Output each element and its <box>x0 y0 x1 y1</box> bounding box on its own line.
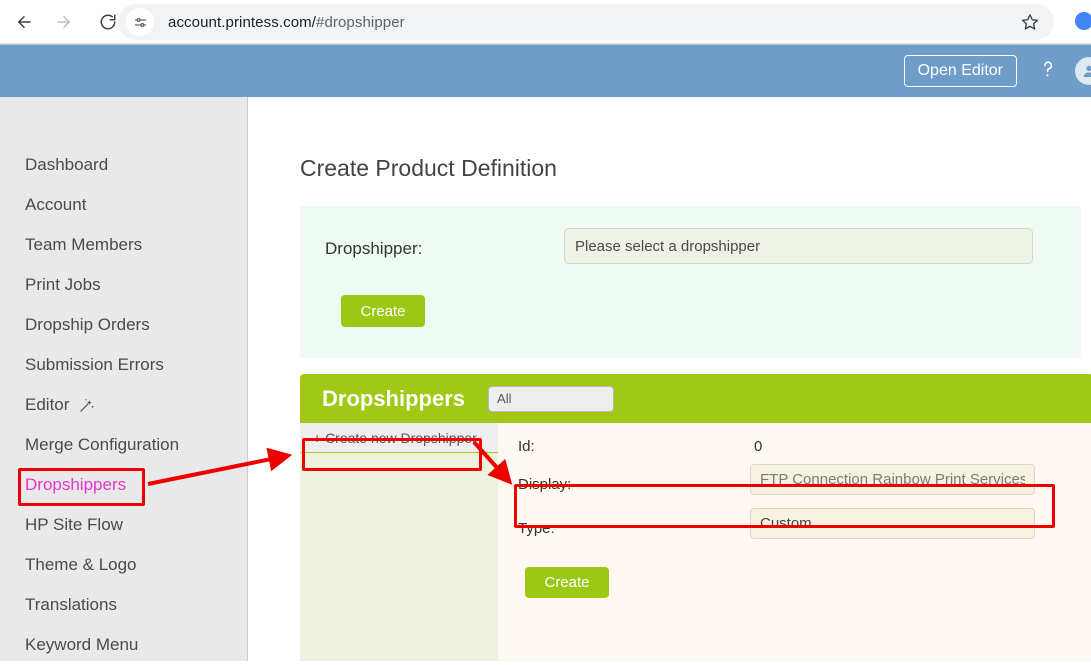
question-mark-icon <box>1037 57 1059 86</box>
dropshippers-filter-select[interactable]: All <box>488 385 615 412</box>
dropshippers-list: + Create new Dropshipper <box>300 423 498 661</box>
sidebar-item-dashboard[interactable]: Dashboard <box>0 145 247 185</box>
main-content: Create Product Definition Dropshipper: P… <box>249 97 1091 661</box>
sidebar-item-label: Merge Configuration <box>25 435 180 454</box>
sidebar-item-merge-configuration[interactable]: Merge Configuration <box>0 425 247 465</box>
create-dropshipper-button[interactable]: Create <box>525 567 609 598</box>
create-product-definition-panel: Dropshipper: Please select a dropshipper… <box>300 206 1081 358</box>
magic-wand-icon <box>78 397 95 414</box>
profile-avatar-icon[interactable] <box>1073 10 1091 32</box>
dropshipper-form: Id: 0 Display: Type: Custom Create <box>498 423 1091 661</box>
site-settings-icon[interactable] <box>126 8 154 36</box>
url-main: account.printess.com/ <box>168 13 316 31</box>
dropshippers-card-header: Dropshippers All <box>300 374 1091 423</box>
star-icon <box>1021 13 1039 36</box>
sidebar-item-dropshippers[interactable]: Dropshippers <box>0 465 247 505</box>
sidebar-item-translations[interactable]: Translations <box>0 585 247 625</box>
sidebar-item-label: Team Members <box>25 235 143 254</box>
page-title: Create Product Definition <box>300 155 557 181</box>
display-label: Display: <box>518 476 572 493</box>
sidebar-item-team-members[interactable]: Team Members <box>0 225 247 265</box>
sidebar-item-label: Print Jobs <box>25 275 101 294</box>
reload-icon <box>99 13 117 31</box>
sidebar-item-dropship-orders[interactable]: Dropship Orders <box>0 305 247 345</box>
sidebar-item-label: Theme & Logo <box>25 555 137 574</box>
sidebar-item-label: HP Site Flow <box>25 515 123 534</box>
type-select[interactable]: Custom <box>750 508 1035 539</box>
create-new-dropshipper-item[interactable]: + Create new Dropshipper <box>300 423 498 453</box>
dropshippers-card: Dropshippers All + Create new Dropshippe… <box>300 374 1091 661</box>
id-label: Id: <box>518 438 535 455</box>
sidebar-item-editor[interactable]: Editor <box>0 385 247 425</box>
id-value: 0 <box>754 438 763 455</box>
open-editor-button[interactable]: Open Editor <box>903 55 1017 87</box>
arrow-right-icon <box>55 13 73 31</box>
sidebar-item-submission-errors[interactable]: Submission Errors <box>0 345 247 385</box>
sidebar-item-label: Editor <box>25 395 70 414</box>
dropshipper-select[interactable]: Please select a dropshipper <box>564 228 1033 264</box>
forward-button[interactable] <box>48 6 80 38</box>
bookmark-button[interactable] <box>1014 8 1046 40</box>
url-text: account.printess.com/#dropshipper <box>168 14 405 31</box>
create-product-definition-button[interactable]: Create <box>341 295 425 327</box>
sidebar-item-label: Account <box>25 195 87 214</box>
arrow-left-icon <box>15 13 33 31</box>
dropshippers-title: Dropshippers <box>322 385 466 411</box>
user-avatar-icon[interactable] <box>1075 57 1091 85</box>
sidebar-item-label: Dropshippers <box>25 475 127 494</box>
sidebar-item-theme-and-logo[interactable]: Theme & Logo <box>0 545 247 585</box>
sidebar-item-print-jobs[interactable]: Print Jobs <box>0 265 247 305</box>
sidebar-item-keyword-menu[interactable]: Keyword Menu <box>0 625 247 665</box>
sidebar-item-label: Submission Errors <box>25 355 164 374</box>
browser-toolbar: account.printess.com/#dropshipper <box>0 0 1091 44</box>
app-header: Open Editor <box>0 44 1091 97</box>
help-button[interactable] <box>1035 58 1061 84</box>
dropshipper-label: Dropshipper: <box>325 239 423 258</box>
sidebar-item-account[interactable]: Account <box>0 185 247 225</box>
address-bar[interactable]: account.printess.com/#dropshipper <box>118 4 1054 40</box>
sidebar: Dashboard Account Team Members Print Job… <box>0 97 248 661</box>
sidebar-item-label: Dashboard <box>25 155 109 174</box>
url-fragment: #dropshipper <box>316 13 405 31</box>
back-button[interactable] <box>8 6 40 38</box>
dropshippers-card-body: + Create new Dropshipper Id: 0 Display: … <box>300 423 1091 661</box>
type-label: Type: <box>518 520 555 537</box>
sidebar-item-label: Keyword Menu <box>25 635 139 654</box>
sidebar-item-label: Dropship Orders <box>25 315 150 334</box>
sidebar-item-label: Translations <box>25 595 117 614</box>
sidebar-item-hp-site-flow[interactable]: HP Site Flow <box>0 505 247 545</box>
display-input[interactable] <box>750 464 1035 495</box>
